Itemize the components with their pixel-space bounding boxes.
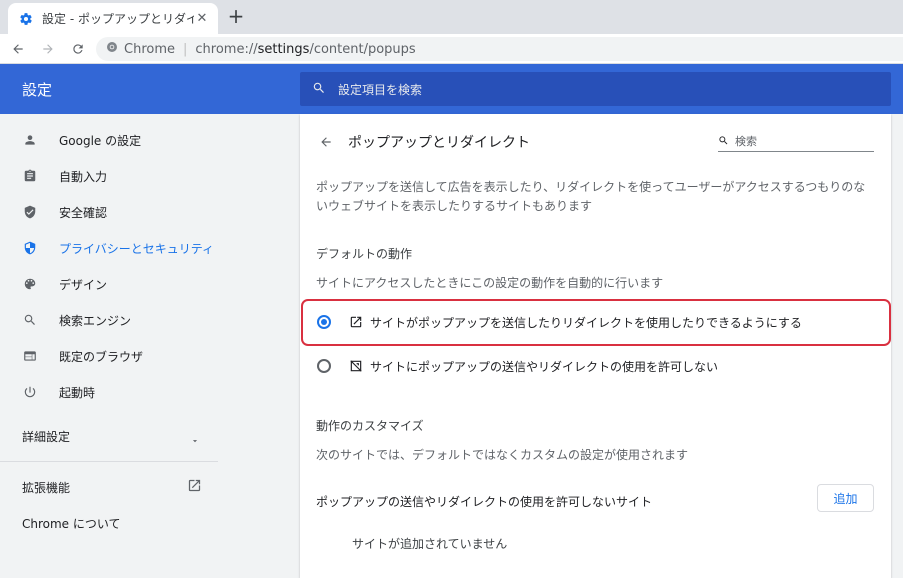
- tab-close-icon[interactable]: ✕: [194, 11, 210, 27]
- search-icon: [312, 80, 326, 99]
- settings-title: 設定: [22, 81, 53, 99]
- option-allow-popups[interactable]: サイトがポップアップを送信したりリダイレクトを使用したりできるようにする: [300, 301, 891, 343]
- sidebar-item-default-browser[interactable]: 既定のブラウザ: [0, 338, 230, 374]
- option-block-popups[interactable]: サイトにポップアップの送信やリダイレクトの使用を許可しない: [300, 345, 891, 387]
- card-search-placeholder: 検索: [735, 134, 757, 148]
- sidebar-item-label: デザイン: [59, 277, 108, 292]
- sidebar-item-on-startup[interactable]: 起動時: [0, 374, 230, 410]
- chevron-down-icon[interactable]: [190, 431, 200, 450]
- search-placeholder: 設定項目を検索: [338, 82, 423, 97]
- customize-subtitle: 次のサイトでは、デフォルトではなくカスタムの設定が使用されます: [316, 448, 689, 462]
- sidebar-item-label: 起動時: [59, 385, 96, 400]
- power-icon: [22, 384, 38, 400]
- sidebar-item-label: Google の設定: [59, 133, 142, 148]
- search-icon: [22, 312, 38, 328]
- settings-search-input[interactable]: 設定項目を検索: [300, 72, 891, 106]
- settings-header: 設定 設定項目を検索: [0, 64, 903, 114]
- radio-button[interactable]: [317, 359, 331, 373]
- shield-check-icon: [22, 204, 38, 220]
- url-text: chrome://settings/content/popups: [195, 41, 416, 57]
- sidebar-item-label: 検索エンジン: [59, 313, 132, 328]
- shield-icon: [22, 240, 38, 256]
- sidebar-item-safety-check[interactable]: 安全確認: [0, 194, 230, 230]
- customize-heading: 動作のカスタマイズ: [316, 419, 424, 433]
- palette-icon: [22, 276, 38, 292]
- sidebar-about-chrome[interactable]: Chrome について: [22, 515, 121, 532]
- omnibox-separator: |: [183, 41, 188, 57]
- popup-blocked-icon: [348, 358, 364, 374]
- sidebar-item-appearance[interactable]: デザイン: [0, 266, 230, 302]
- settings-sidebar: Google の設定 自動入力 安全確認 プライバシーとセキュリティ デザイン …: [0, 114, 230, 578]
- option-label: サイトがポップアップを送信したりリダイレクトを使用したりできるようにする: [370, 315, 802, 330]
- sidebar-item-privacy[interactable]: プライバシーとセキュリティ: [0, 230, 230, 266]
- back-arrow-icon[interactable]: [316, 132, 336, 152]
- sidebar-item-label: 既定のブラウザ: [59, 349, 144, 364]
- reload-button[interactable]: [66, 37, 90, 61]
- tab-strip: 設定 - ポップアップとリダイレクト ✕ +: [0, 0, 903, 34]
- add-site-button[interactable]: 追加: [817, 484, 874, 512]
- browser-tab[interactable]: 設定 - ポップアップとリダイレクト ✕: [8, 3, 218, 34]
- address-bar[interactable]: Chrome | chrome://settings/content/popup…: [96, 37, 903, 61]
- sidebar-item-label: 自動入力: [59, 169, 108, 184]
- page-title: ポップアップとリダイレクト: [348, 135, 530, 151]
- back-button[interactable]: [6, 37, 30, 61]
- sidebar-item-google[interactable]: Google の設定: [0, 122, 230, 158]
- browser-icon: [22, 348, 38, 364]
- arrow-left-icon: [13, 43, 23, 54]
- forward-button[interactable]: [36, 37, 60, 61]
- settings-gear-icon: [18, 11, 34, 27]
- person-icon: [22, 132, 38, 148]
- sidebar-item-label: プライバシーとセキュリティ: [59, 241, 215, 256]
- sidebar-divider: [0, 461, 218, 462]
- browser-toolbar: Chrome | chrome://settings/content/popup…: [0, 34, 903, 64]
- sidebar-advanced[interactable]: 詳細設定: [22, 428, 70, 445]
- default-behavior-heading: デフォルトの動作: [316, 247, 413, 261]
- site-chip-label: Chrome: [124, 41, 175, 57]
- open-external-icon[interactable]: [187, 478, 202, 497]
- reload-icon: [73, 43, 83, 54]
- blocked-sites-heading: ポップアップの送信やリダイレクトの使用を許可しないサイト: [316, 495, 653, 509]
- option-label: サイトにポップアップの送信やリダイレクトの使用を許可しない: [370, 359, 719, 374]
- search-icon: [718, 131, 729, 150]
- no-sites-note: サイトが追加されていません: [352, 537, 508, 551]
- popups-settings-card: ポップアップとリダイレクト 検索 ポップアップを送信して広告を表示したり、リダイ…: [300, 114, 891, 578]
- open-in-new-icon: [348, 314, 364, 330]
- sidebar-extensions[interactable]: 拡張機能: [22, 479, 70, 496]
- radio-button-selected[interactable]: [317, 315, 331, 329]
- sidebar-item-autofill[interactable]: 自動入力: [0, 158, 230, 194]
- new-tab-button[interactable]: +: [226, 4, 246, 28]
- sidebar-item-search-engine[interactable]: 検索エンジン: [0, 302, 230, 338]
- card-search-input[interactable]: 検索: [718, 130, 874, 152]
- clipboard-icon: [22, 168, 38, 184]
- chrome-site-icon: [106, 41, 118, 57]
- page-description: ポップアップを送信して広告を表示したり、リダイレクトを使ってユーザーがアクセスす…: [316, 180, 866, 213]
- sidebar-item-label: 安全確認: [59, 205, 108, 220]
- default-behavior-subtitle: サイトにアクセスしたときにこの設定の動作を自動的に行います: [316, 276, 664, 290]
- arrow-right-icon: [43, 43, 53, 54]
- tab-title: 設定 - ポップアップとリダイレクト: [42, 12, 194, 26]
